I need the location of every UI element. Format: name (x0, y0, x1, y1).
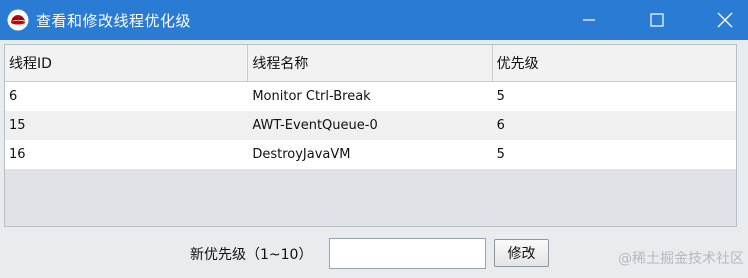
new-priority-input[interactable] (329, 238, 486, 269)
table-row[interactable]: 16 DestroyJavaVM 5 (5, 140, 736, 169)
cell-thread-name: AWT-EventQueue-0 (252, 118, 378, 133)
title-bar[interactable]: 查看和修改线程优化级 (0, 0, 748, 40)
maximize-button[interactable] (634, 0, 680, 40)
cell-priority: 5 (496, 147, 505, 162)
table-row[interactable]: 6 Monitor Ctrl-Break 5 (5, 82, 736, 111)
table-row[interactable]: 15 AWT-EventQueue-0 6 (5, 111, 736, 140)
column-header-thread-id[interactable]: 线程ID (5, 45, 249, 81)
cell-thread-id: 15 (9, 118, 26, 133)
thread-priority-window: 查看和修改线程优化级 线程ID 线程名称 优先级 6 Monitor Ctrl-… (0, 0, 748, 278)
cell-priority: 5 (496, 89, 505, 104)
watermark: @稀土掘金技术社区 (618, 251, 744, 267)
redhat-icon (6, 8, 30, 32)
cell-thread-name: DestroyJavaVM (252, 147, 351, 162)
minimize-icon (583, 19, 595, 21)
column-header-thread-name[interactable]: 线程名称 (248, 45, 493, 81)
modify-button[interactable]: 修改 (494, 239, 549, 267)
column-header-priority[interactable]: 优先级 (493, 45, 736, 81)
minimize-button[interactable] (566, 0, 612, 40)
cell-priority: 6 (496, 118, 505, 133)
cell-thread-id: 16 (9, 147, 26, 162)
maximize-icon (650, 13, 664, 27)
table-header: 线程ID 线程名称 优先级 (5, 45, 736, 82)
window-controls (566, 0, 748, 40)
cell-thread-id: 6 (9, 89, 18, 104)
thread-table[interactable]: 线程ID 线程名称 优先级 6 Monitor Ctrl-Break 5 15 … (4, 44, 737, 227)
cell-thread-name: Monitor Ctrl-Break (252, 89, 371, 104)
window-title: 查看和修改线程优化级 (36, 11, 192, 30)
priority-form: 新优先级（1~10） 修改 @稀土掘金技术社区 (0, 232, 748, 278)
close-icon (717, 12, 733, 28)
new-priority-label: 新优先级（1~10） (190, 247, 313, 263)
close-button[interactable] (702, 0, 748, 40)
